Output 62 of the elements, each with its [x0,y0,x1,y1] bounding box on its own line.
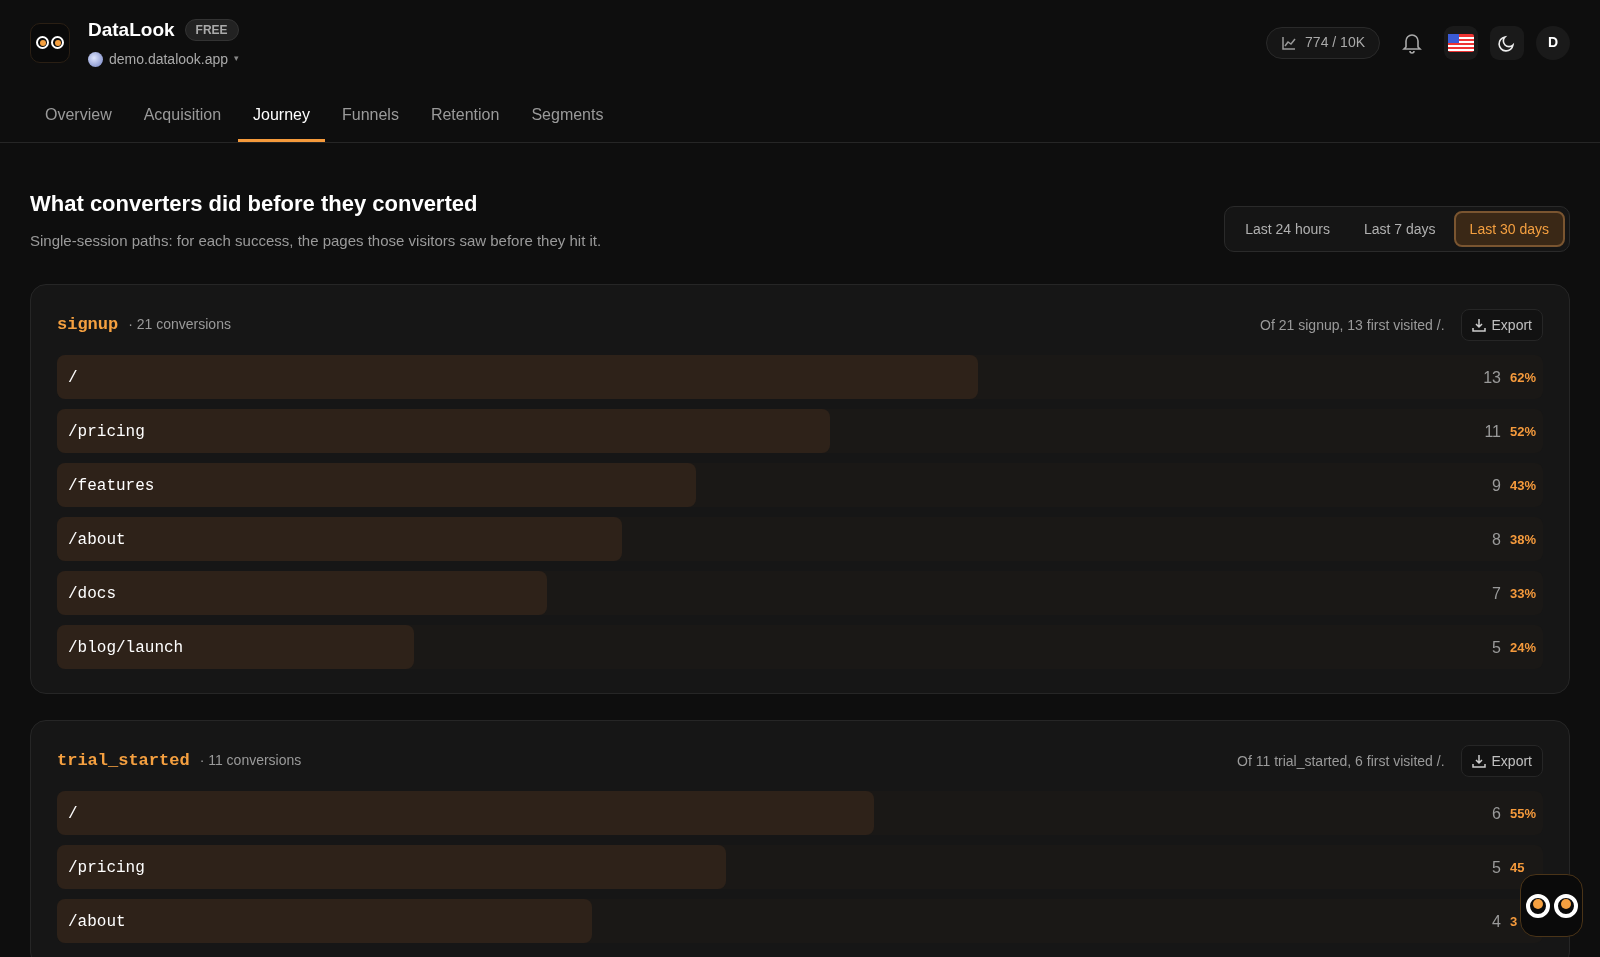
visit-count: 4 [1492,912,1501,932]
page-path: / [68,804,78,825]
visit-count: 5 [1492,858,1501,878]
percent-share: 3 [1510,913,1519,932]
logo-icon [30,22,70,63]
language-button[interactable] [1444,25,1478,60]
visit-count: 6 [1492,804,1501,824]
bell-icon[interactable] [1402,31,1422,54]
moon-icon [1498,33,1516,52]
site-selector[interactable]: demo.datalook.app ▾ [109,48,240,70]
avatar-button[interactable]: D [1536,25,1570,60]
range-tab[interactable]: Last 30 days [1453,211,1565,247]
usage-pill[interactable]: 774 / 10K [1266,26,1380,59]
page-path: /pricing [68,422,145,443]
page-heading: What converters did before they converted [30,189,479,218]
summary-text: Of 21 signup, 13 first visited /. [1260,315,1445,335]
percent-share: 38% [1510,531,1537,550]
percent-share: 45 [1510,859,1526,878]
visit-count: 8 [1492,530,1501,550]
percent-share: 33% [1510,585,1537,604]
visit-count: 9 [1492,476,1501,496]
page-path: /about [68,530,126,551]
range-tab[interactable]: Last 24 hours [1229,211,1346,247]
chart-icon [1281,34,1298,51]
nav-tab[interactable]: Segments [516,96,619,142]
theme-toggle[interactable] [1490,25,1524,60]
page-path: /about [68,912,126,933]
conversion-count: · 11 conversions [199,751,302,771]
percent-share: 55% [1510,805,1537,824]
plan-badge: FREE [184,19,239,42]
visit-count: 13 [1483,368,1501,388]
page-description: Single-session paths: for each success, the pages those visitors saw before they hit it. [30,230,602,251]
nav-tab[interactable]: Retention [415,96,515,142]
page-path: /blog/launch [68,638,184,659]
nav-tab[interactable]: Journey [238,96,325,142]
summary-text: Of 11 trial_started, 6 first visited /. [1237,751,1445,771]
visit-count: 11 [1484,422,1501,442]
nav-tab[interactable]: Overview [30,96,127,142]
download-icon [1471,754,1486,768]
event-name: trial_started [57,750,190,773]
range-tab[interactable]: Last 7 days [1348,211,1452,247]
download-icon [1471,318,1486,332]
percent-share: 52% [1510,423,1537,442]
percent-share: 62% [1510,369,1537,388]
page-path: /pricing [68,858,145,879]
page-path: /docs [68,584,116,605]
assistant-button[interactable] [1520,874,1583,937]
nav-tab[interactable]: Funnels [327,96,414,142]
conversion-count: · 21 conversions [128,315,231,335]
percent-share: 24% [1510,639,1537,658]
brand-name: DataLook [88,18,175,42]
globe-icon [88,51,103,67]
event-name: signup [57,314,119,337]
export-button[interactable]: Export [1460,309,1543,341]
visit-count: 7 [1492,584,1501,604]
page-path: / [68,368,78,389]
flag-icon [1448,33,1474,52]
page-path: /features [68,476,155,497]
visit-count: 5 [1492,638,1501,658]
nav-tab[interactable]: Acquisition [128,96,237,142]
export-button[interactable]: Export [1460,745,1543,777]
percent-share: 43% [1510,477,1537,496]
